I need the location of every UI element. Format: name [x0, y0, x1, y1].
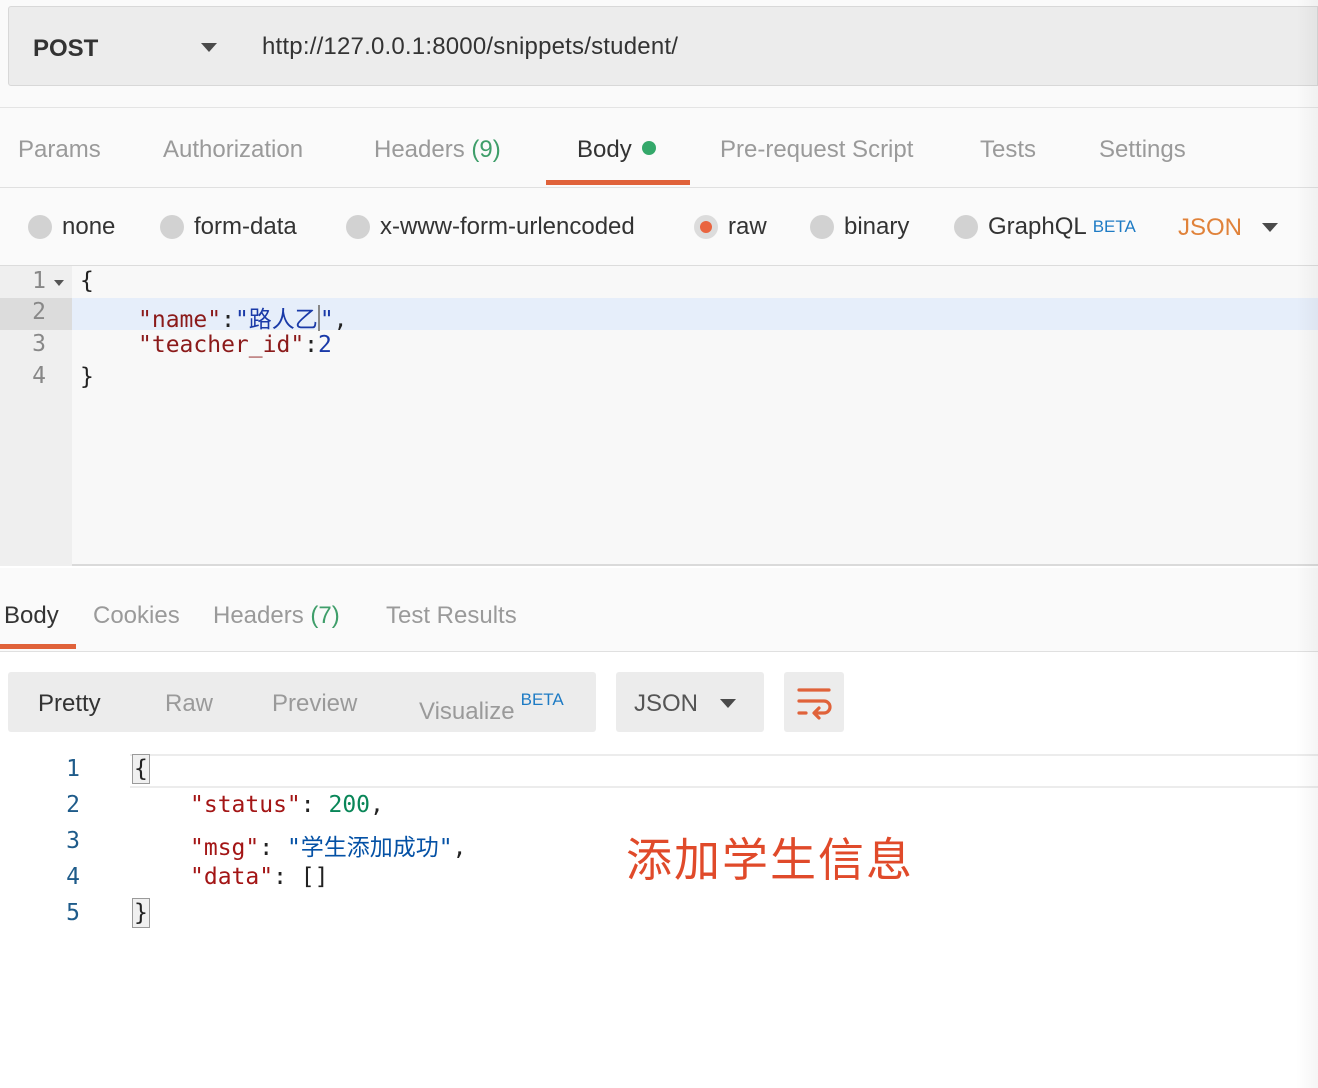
matched-brace: } [132, 898, 150, 928]
method-select[interactable]: POST [8, 6, 242, 86]
method-label: POST [33, 35, 99, 62]
json-key: "status" [190, 792, 301, 818]
tab-response-headers-label: Headers [213, 602, 304, 629]
code-line: { [132, 754, 150, 784]
active-line-highlight [130, 754, 1318, 788]
response-body-editor[interactable]: 1 2 3 4 5 { "status": 200, "msg": "学生添加成… [0, 750, 1318, 1088]
json-value: 200 [328, 792, 371, 818]
tab-cookies[interactable]: Cookies [93, 602, 180, 630]
json-key: "data" [190, 864, 274, 890]
radio-x-www-form-urlencoded[interactable]: x-www-form-urlencoded [346, 212, 635, 242]
raw-button[interactable]: Raw [165, 690, 213, 718]
tab-headers[interactable]: Headers (9) [374, 136, 501, 164]
radio-label: none [62, 213, 116, 240]
code-line: "name":"路人乙", [138, 305, 348, 333]
json-key: "name" [138, 307, 222, 333]
tab-tests[interactable]: Tests [980, 136, 1036, 164]
radio-icon [346, 215, 370, 239]
line-number: 1 [66, 756, 80, 782]
json-value: 2 [318, 332, 332, 358]
active-tab-underline [0, 644, 76, 649]
json-key: "teacher_id" [138, 332, 305, 358]
visualize-label: Visualize [419, 698, 515, 725]
visualize-button[interactable]: Visualize BETA [419, 690, 564, 726]
radio-icon [160, 215, 184, 239]
tab-response-headers-count: (7) [310, 602, 340, 629]
line-number: 2 [32, 299, 46, 325]
json-value: "路人乙 [234, 307, 318, 333]
tab-pre-request-script[interactable]: Pre-request Script [720, 136, 913, 164]
line-number: 3 [66, 828, 80, 854]
chevron-down-icon [720, 699, 736, 708]
tab-body-label: Body [577, 136, 632, 163]
radio-label: form-data [194, 213, 297, 240]
tab-headers-count: (9) [471, 136, 501, 163]
tab-params[interactable]: Params [18, 136, 101, 164]
radio-form-data[interactable]: form-data [160, 212, 297, 242]
matched-brace: { [132, 754, 150, 784]
wrap-lines-icon [797, 688, 832, 720]
json-key: "msg" [190, 835, 260, 861]
radio-selected-icon [694, 215, 718, 239]
body-format-select[interactable]: JSON [1178, 214, 1242, 242]
request-tabs: Params Authorization Headers (9) Body Pr… [0, 108, 1318, 188]
radio-label: binary [844, 213, 910, 240]
tab-response-headers[interactable]: Headers (7) [213, 602, 340, 630]
radio-binary[interactable]: binary [810, 212, 909, 242]
code-line: "msg": "学生添加成功", [190, 835, 467, 861]
beta-badge: BETA [520, 690, 564, 709]
tab-authorization[interactable]: Authorization [163, 136, 303, 164]
radio-label: GraphQL [988, 213, 1087, 240]
url-text: http://127.0.0.1:8000/snippets/student/ [262, 33, 679, 60]
tab-settings[interactable]: Settings [1099, 136, 1186, 164]
tab-headers-label: Headers [374, 136, 465, 163]
code-line: "status": 200, [190, 792, 384, 818]
line-number: 1 [32, 268, 46, 294]
radio-icon [28, 215, 52, 239]
chevron-down-icon[interactable] [1262, 223, 1278, 232]
line-number: 2 [66, 792, 80, 818]
url-input[interactable]: http://127.0.0.1:8000/snippets/student/ [240, 6, 1318, 86]
json-value: "学生添加成功" [286, 835, 453, 861]
tab-response-body[interactable]: Body [4, 602, 59, 630]
line-number: 4 [32, 363, 46, 389]
response-view-modes: Pretty Raw Preview Visualize BETA [8, 672, 596, 732]
radio-raw[interactable]: raw [694, 212, 767, 242]
line-number: 5 [66, 900, 80, 926]
tab-body[interactable]: Body [577, 136, 656, 164]
annotation-text: 添加学生信息 [626, 833, 914, 887]
code-line: "teacher_id":2 [138, 332, 332, 358]
radio-label: x-www-form-urlencoded [380, 213, 635, 240]
beta-badge: BETA [1092, 217, 1136, 236]
body-type-row: none form-data x-www-form-urlencoded raw… [0, 188, 1318, 266]
radio-none[interactable]: none [28, 212, 115, 242]
json-value: [] [300, 864, 329, 890]
code-line: } [80, 364, 94, 390]
pretty-button[interactable]: Pretty [38, 690, 101, 718]
radio-icon [810, 215, 834, 239]
modified-dot-icon [641, 141, 656, 155]
preview-button[interactable]: Preview [272, 690, 357, 718]
radio-graphql[interactable]: GraphQL BETA [954, 212, 1136, 242]
chevron-down-icon [201, 43, 217, 52]
radio-icon [954, 215, 978, 239]
wrap-lines-button[interactable] [784, 672, 844, 732]
code-line: } [132, 898, 150, 928]
url-bar: POST http://127.0.0.1:8000/snippets/stud… [0, 0, 1318, 108]
active-tab-underline [546, 180, 690, 185]
line-number: 4 [66, 864, 80, 890]
line-number: 3 [32, 331, 46, 357]
radio-label: raw [728, 213, 767, 240]
fold-arrow-icon[interactable] [54, 280, 64, 286]
response-tabs: Body Cookies Headers (7) Test Results [0, 568, 1318, 652]
code-line: "data": [] [190, 864, 329, 890]
request-body-editor[interactable]: 1 2 3 4 { "name":"路人乙", "teacher_id":2 } [0, 266, 1318, 566]
response-format-select[interactable]: JSON [616, 672, 764, 732]
code-line: { [80, 268, 94, 294]
tab-test-results[interactable]: Test Results [386, 602, 517, 630]
response-format-label: JSON [634, 690, 699, 717]
json-value-quote: " [319, 307, 334, 333]
